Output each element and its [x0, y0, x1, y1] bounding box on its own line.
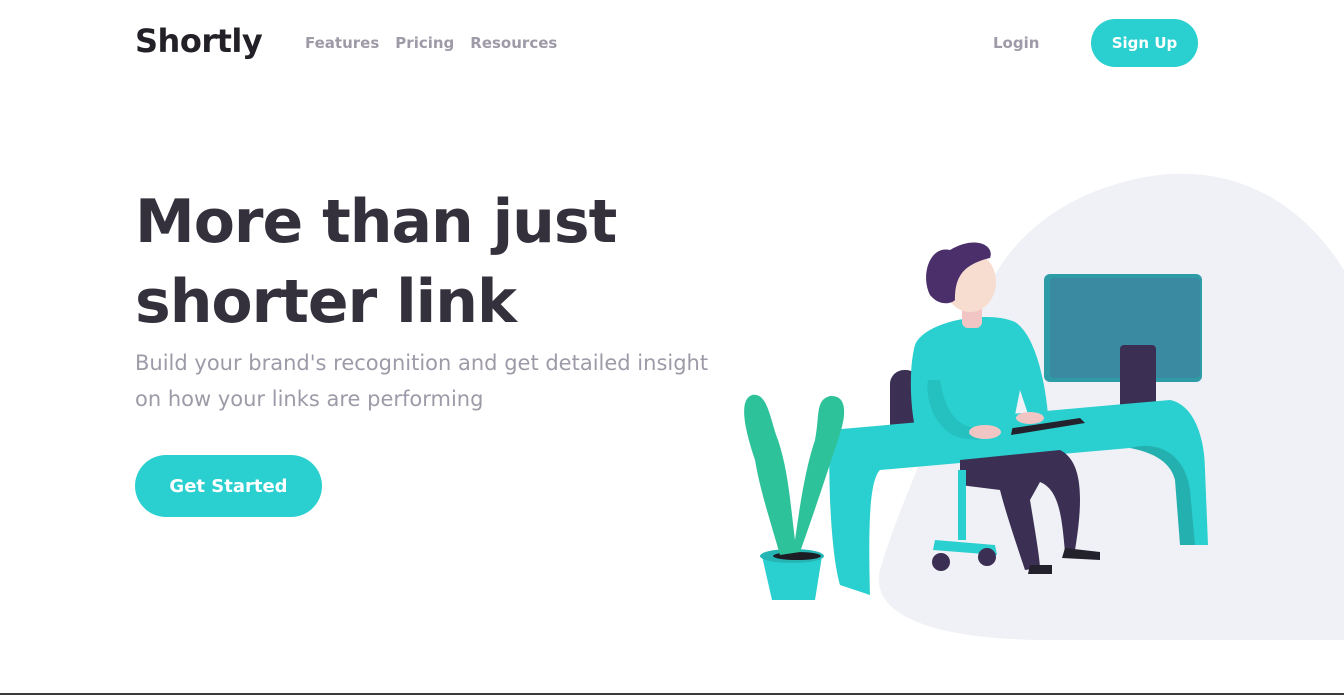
logo[interactable]: Shortly: [135, 22, 263, 60]
hero-title-line-2: shorter link: [135, 267, 517, 337]
nav-pricing[interactable]: Pricing: [395, 34, 454, 52]
hero-title-line-1: More than just: [135, 187, 617, 257]
nav-features[interactable]: Features: [305, 34, 379, 52]
nav-resources[interactable]: Resources: [470, 34, 557, 52]
get-started-button[interactable]: Get Started: [135, 455, 322, 517]
person-working-illustration: [744, 173, 1344, 640]
main-nav: Features Pricing Resources: [305, 34, 557, 52]
plant-leaves: [744, 394, 845, 555]
hero-title: More than just shorter link: [135, 182, 695, 342]
login-link[interactable]: Login: [993, 34, 1039, 52]
signup-button[interactable]: Sign Up: [1091, 19, 1198, 67]
hero-subtitle: Build your brand's recognition and get d…: [135, 351, 709, 411]
